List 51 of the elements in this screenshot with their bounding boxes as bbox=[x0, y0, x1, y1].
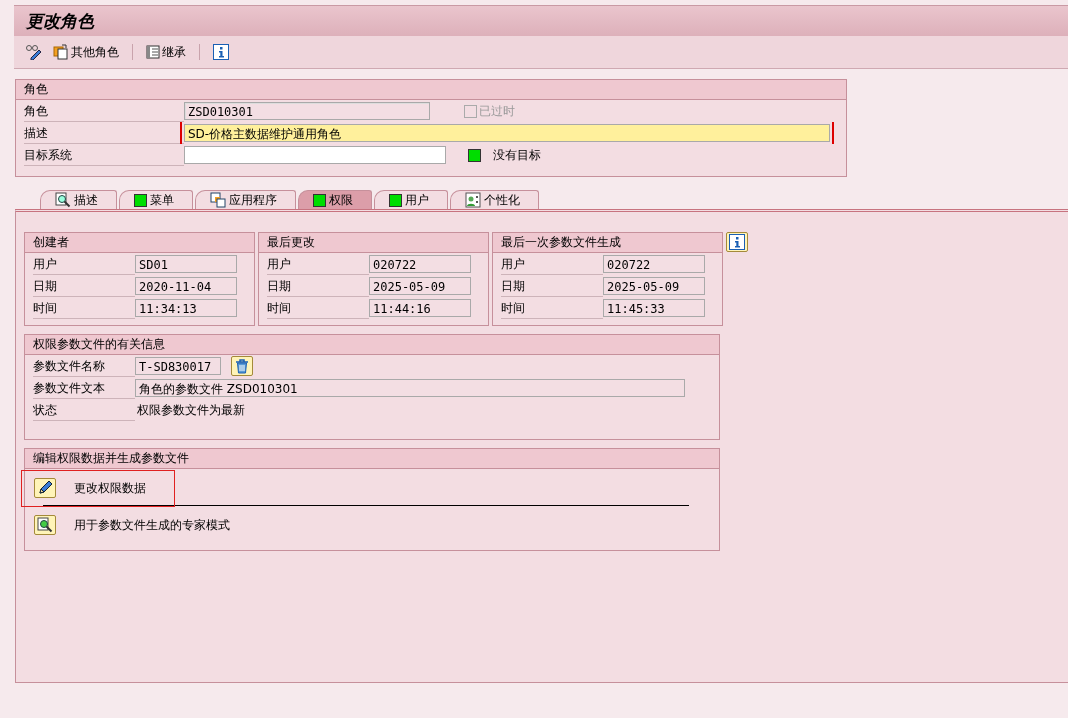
info-button[interactable] bbox=[726, 232, 748, 252]
field-label: 目标系统 bbox=[24, 144, 184, 166]
display-field: 11:45:33 bbox=[603, 299, 705, 317]
info-icon[interactable] bbox=[213, 44, 229, 60]
display-field: 2025-05-09 bbox=[603, 277, 705, 295]
tab[interactable]: 菜单 bbox=[119, 190, 193, 209]
documents-icon bbox=[53, 44, 69, 60]
display-field: 020722 bbox=[603, 255, 705, 273]
tab[interactable]: 描述 bbox=[40, 190, 117, 209]
person-card-icon bbox=[465, 192, 481, 208]
group-title: 角色 bbox=[16, 80, 846, 100]
display-field: ZSD010301 bbox=[184, 102, 430, 120]
magnifier-document-icon bbox=[55, 192, 71, 208]
list-icon bbox=[146, 45, 160, 59]
display-field: 角色的参数文件 ZSD010301 bbox=[135, 379, 685, 397]
tab[interactable]: 用户 bbox=[374, 190, 448, 209]
toolbar-button[interactable]: 继承 bbox=[143, 41, 189, 63]
pencil-icon bbox=[37, 480, 53, 496]
group-title: 最后更改 bbox=[259, 233, 488, 253]
tab[interactable]: 权限 bbox=[298, 190, 372, 209]
display-field: 2020-11-04 bbox=[135, 277, 237, 295]
delete-button[interactable] bbox=[231, 356, 253, 376]
display-field: 11:44:16 bbox=[369, 299, 471, 317]
group-title: 权限参数文件的有关信息 bbox=[25, 335, 719, 355]
field-label: 角色 bbox=[24, 100, 184, 122]
trash-icon bbox=[234, 358, 250, 374]
info-icon bbox=[729, 234, 745, 250]
status-text: 权限参数文件为最新 bbox=[136, 401, 245, 419]
icon-button[interactable] bbox=[34, 515, 56, 535]
toolbar-button[interactable]: 其他角色 bbox=[50, 41, 122, 63]
action-link[interactable]: 用于参数文件生成的专家模式 bbox=[74, 516, 230, 534]
display-field: 020722 bbox=[369, 255, 471, 273]
group-title: 创建者 bbox=[25, 233, 254, 253]
display-field: T-SD830017 bbox=[135, 357, 221, 375]
field-label: 状态 bbox=[33, 399, 135, 421]
tab[interactable]: 个性化 bbox=[450, 190, 539, 209]
magnifier-document-icon bbox=[37, 517, 53, 533]
action-link[interactable]: 更改权限数据 bbox=[74, 479, 146, 497]
group-title: 编辑权限数据并生成参数文件 bbox=[25, 449, 719, 469]
display-field: SD01 bbox=[135, 255, 237, 273]
status-text: 没有目标 bbox=[493, 146, 541, 164]
windows-icon bbox=[210, 192, 226, 208]
group-title: 最后一次参数文件生成 bbox=[493, 233, 722, 253]
icon-button[interactable] bbox=[34, 478, 56, 498]
field-label: 描述 bbox=[24, 122, 184, 144]
checkbox-label: 已过时 bbox=[479, 102, 515, 120]
display-field: 2025-05-09 bbox=[369, 277, 471, 295]
window-title: 更改角色 bbox=[26, 9, 94, 33]
glasses-pencil-icon[interactable] bbox=[25, 44, 43, 60]
display-field: 11:34:13 bbox=[135, 299, 237, 317]
tab[interactable]: 应用程序 bbox=[195, 190, 296, 209]
